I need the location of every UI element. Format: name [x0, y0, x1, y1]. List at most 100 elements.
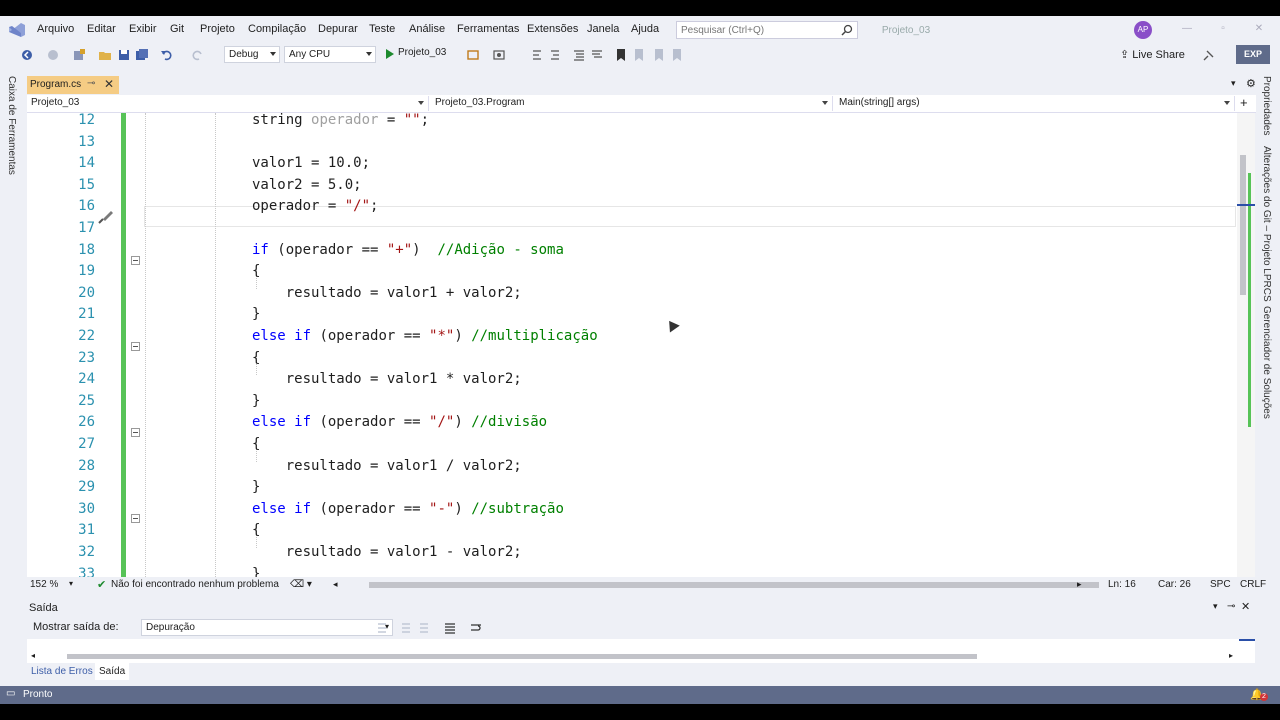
browser-link-icon[interactable]: [466, 48, 480, 62]
pin-icon[interactable]: ⊸: [87, 78, 95, 89]
next-message-icon[interactable]: [417, 621, 431, 635]
scroll-left-icon[interactable]: ◂: [31, 651, 35, 660]
close-icon[interactable]: ✕: [1241, 600, 1250, 613]
scroll-right-icon[interactable]: ▸: [1077, 579, 1082, 590]
output-source-select[interactable]: Depuração ▾: [141, 619, 393, 636]
bookmark-icon[interactable]: [614, 48, 628, 62]
comment-out-icon[interactable]: [572, 48, 586, 62]
menu-depurar[interactable]: Depurar: [318, 23, 358, 35]
maximize-icon[interactable]: ▫: [1218, 24, 1228, 34]
prev-bookmark-icon[interactable]: [632, 48, 646, 62]
project-dropdown[interactable]: Projeto_03: [27, 96, 429, 111]
close-window-icon[interactable]: ✕: [1254, 24, 1264, 34]
code-line[interactable]: 12 string operador = "";: [27, 113, 1237, 132]
code-line[interactable]: 33}: [27, 564, 1237, 577]
menu-compilacao[interactable]: Compilação: [248, 23, 306, 35]
pin-icon[interactable]: ⊸: [1227, 601, 1235, 612]
menu-git[interactable]: Git: [170, 23, 184, 35]
avatar[interactable]: AP: [1134, 21, 1152, 39]
code-line[interactable]: 24 resultado = valor1 * valor2;: [27, 369, 1237, 391]
tab-error-list[interactable]: Lista de Erros: [31, 666, 93, 677]
menu-editar[interactable]: Editar: [87, 23, 116, 35]
member-dropdown[interactable]: Main(string[] args): [835, 96, 1235, 111]
minimize-icon[interactable]: —: [1182, 24, 1192, 34]
menu-analise[interactable]: Análise: [409, 23, 445, 35]
configuration-select[interactable]: Debug: [224, 46, 280, 63]
code-line[interactable]: 20 resultado = valor1 + valor2;: [27, 283, 1237, 305]
menu-teste[interactable]: Teste: [369, 23, 395, 35]
undo-icon[interactable]: [160, 48, 174, 62]
code-line[interactable]: 22 else if (operador == "*") //multiplica…: [27, 326, 1237, 348]
back-icon[interactable]: [20, 48, 34, 62]
clear-all-icon[interactable]: [443, 621, 457, 635]
next-bookmark-icon[interactable]: [652, 48, 666, 62]
issues-status[interactable]: Não foi encontrado nenhum problema: [111, 579, 279, 590]
run-button[interactable]: Projeto_03: [384, 47, 446, 63]
menu-exibir[interactable]: Exibir: [129, 23, 157, 35]
menu-extensoes[interactable]: Extensões: [527, 23, 578, 35]
live-share-button[interactable]: ⇪ Live Share: [1120, 48, 1185, 61]
clear-bookmarks-icon[interactable]: [670, 48, 684, 62]
solution-explorer-tab[interactable]: Gerenciador de Soluções: [1261, 306, 1272, 419]
code-line[interactable]: 13: [27, 132, 1237, 154]
new-project-icon[interactable]: [72, 48, 86, 62]
scroll-left-icon[interactable]: ◂: [333, 579, 338, 590]
code-line[interactable]: 17: [27, 218, 1237, 240]
properties-tab[interactable]: Propriedades: [1261, 76, 1272, 135]
line-ending-indicator[interactable]: CRLF: [1240, 579, 1266, 590]
word-wrap-icon[interactable]: [469, 621, 483, 635]
redo-icon[interactable]: [190, 48, 204, 62]
code-line[interactable]: 28 resultado = valor1 / valor2;: [27, 456, 1237, 478]
code-line[interactable]: 32 resultado = valor1 - valor2;: [27, 542, 1237, 564]
save-icon[interactable]: [117, 48, 131, 62]
find-message-icon[interactable]: [375, 621, 389, 635]
exp-badge[interactable]: EXP: [1236, 45, 1270, 64]
code-line[interactable]: 14 valor1 = 10.0;: [27, 153, 1237, 175]
git-changes-tab[interactable]: Alterações do Git – Projeto LPRCS: [1261, 146, 1272, 302]
code-line[interactable]: 18 if (operador == "+") //Adição - soma: [27, 240, 1237, 262]
search-input[interactable]: Pesquisar (Ctrl+Q): [676, 21, 858, 39]
open-folder-icon[interactable]: [98, 48, 112, 62]
platform-select[interactable]: Any CPU: [284, 46, 376, 63]
code-line[interactable]: 23 {: [27, 348, 1237, 370]
screenshot-icon[interactable]: [492, 48, 506, 62]
uncomment-icon[interactable]: [590, 48, 604, 62]
forward-icon[interactable]: [46, 48, 60, 62]
line-number-indicator[interactable]: Ln: 16: [1108, 579, 1136, 590]
code-line[interactable]: 19 {: [27, 261, 1237, 283]
prev-message-icon[interactable]: [399, 621, 413, 635]
menu-ajuda[interactable]: Ajuda: [631, 23, 659, 35]
panel-menu-icon[interactable]: ▾: [1213, 601, 1218, 612]
code-editor[interactable]: 12 string operador = ""; 13 14 valor1 = 10.0…: [27, 113, 1255, 577]
code-line[interactable]: 21}: [27, 304, 1237, 326]
tab-list-icon[interactable]: ▾: [1231, 78, 1236, 89]
vertical-scrollbar-thumb[interactable]: [1240, 155, 1246, 295]
output-horizontal-scrollbar-thumb[interactable]: [67, 654, 977, 659]
code-line[interactable]: 26 else if (operador == "/") //divisão: [27, 412, 1237, 434]
menu-ferramentas[interactable]: Ferramentas: [457, 23, 519, 35]
spacing-indicator[interactable]: SPC: [1210, 579, 1231, 590]
class-dropdown[interactable]: Projeto_03.Program: [431, 96, 833, 111]
step-over-icon[interactable]: [548, 48, 562, 62]
menu-projeto[interactable]: Projeto: [200, 23, 235, 35]
gear-icon[interactable]: ⚙: [1246, 77, 1256, 90]
menu-janela[interactable]: Janela: [587, 23, 619, 35]
code-line[interactable]: 16 operador = "/";: [27, 196, 1237, 218]
feedback-icon[interactable]: [1202, 48, 1216, 62]
brush-icon[interactable]: ⌫ ▾: [290, 579, 312, 590]
output-text-area[interactable]: ◂ ▸: [27, 639, 1255, 663]
tab-program-cs[interactable]: Program.cs ⊸ ✕: [27, 76, 119, 94]
split-editor-icon[interactable]: +: [1240, 95, 1248, 110]
menu-arquivo[interactable]: Arquivo: [37, 23, 74, 35]
code-line[interactable]: 25}: [27, 391, 1237, 413]
code-line[interactable]: 27 {: [27, 434, 1237, 456]
code-line[interactable]: 29}: [27, 477, 1237, 499]
code-line[interactable]: 15 valor2 = 5.0;: [27, 175, 1237, 197]
column-indicator[interactable]: Car: 26: [1158, 579, 1191, 590]
toolbox-tab[interactable]: Caixa de Ferramentas: [6, 76, 17, 175]
code-line[interactable]: 30 else if (operador == "-") //subtração: [27, 499, 1237, 521]
close-icon[interactable]: ✕: [104, 77, 114, 91]
save-all-icon[interactable]: [135, 48, 149, 62]
step-into-icon[interactable]: [530, 48, 544, 62]
chevron-down-icon[interactable]: ▾: [69, 579, 73, 588]
